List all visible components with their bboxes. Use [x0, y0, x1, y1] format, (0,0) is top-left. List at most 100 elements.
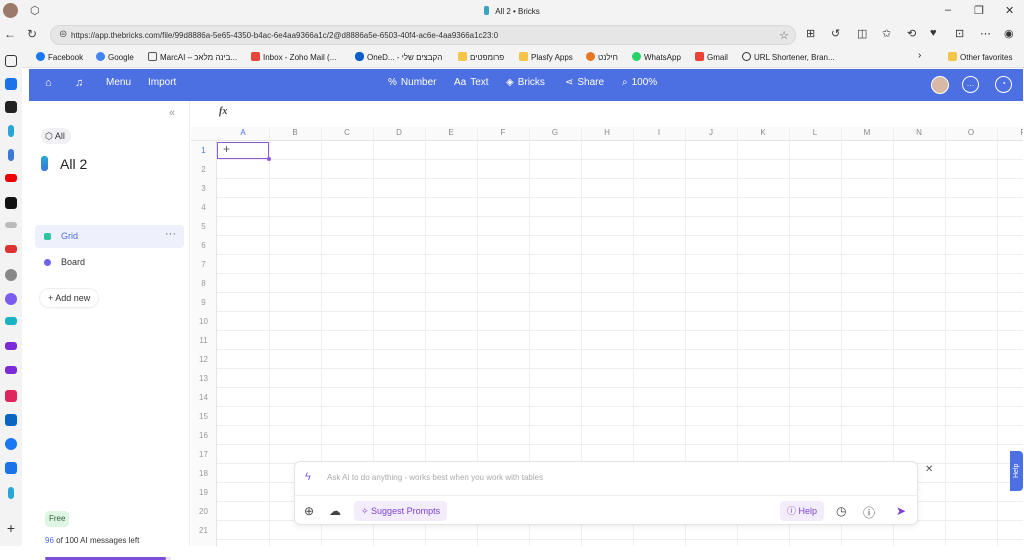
refresh-icon[interactable]: ↻ [27, 27, 37, 41]
view-item-board[interactable]: Board [35, 251, 184, 274]
column-header[interactable]: L [789, 128, 841, 137]
ai-prompt-input[interactable]: Ask AI to do anything - works best when … [327, 473, 543, 482]
app-icon[interactable] [5, 101, 17, 113]
import-button[interactable]: Import [148, 77, 176, 88]
bookmark-other-favorites[interactable]: Other favorites [948, 52, 1012, 62]
row-number[interactable]: 4 [191, 198, 217, 217]
copilot-icon[interactable]: ◉ [1004, 27, 1014, 40]
row-number[interactable]: 19 [191, 483, 217, 502]
all-files-chip[interactable]: ⬡ All [41, 128, 71, 144]
bell-icon[interactable]: ♫ [75, 77, 83, 89]
column-header[interactable]: O [945, 128, 997, 137]
app-icon[interactable] [5, 462, 17, 474]
x-icon[interactable] [5, 197, 17, 209]
row-number[interactable]: 9 [191, 293, 217, 312]
suggest-prompts-button[interactable]: ✧ Suggest Prompts [354, 501, 448, 521]
bookmarks-overflow-icon[interactable]: › [918, 50, 921, 61]
row-number[interactable]: 21 [191, 521, 217, 540]
number-button[interactable]: % Number [388, 77, 436, 88]
app-icon[interactable] [5, 390, 17, 402]
more-options-icon[interactable]: ⋯ [980, 27, 991, 40]
bookmark-hilnet[interactable]: חילנט [586, 52, 618, 62]
row-number[interactable]: 2 [191, 160, 217, 179]
bookmark-whatsapp[interactable]: WhatsApp [632, 52, 681, 62]
column-header[interactable]: B [269, 128, 321, 137]
column-header[interactable]: C [321, 128, 373, 137]
row-number[interactable]: 13 [191, 369, 217, 388]
close-window-icon[interactable]: ✕ [1005, 4, 1014, 17]
close-ai-panel-icon[interactable]: ✕ [925, 464, 933, 475]
row-number[interactable]: 16 [191, 426, 217, 445]
extension-icon[interactable]: ♥ [930, 27, 937, 39]
view-item-grid[interactable]: Grid ··· [35, 225, 184, 248]
bookmark-facebook[interactable]: Facebook [36, 52, 83, 62]
column-header[interactable]: N [893, 128, 945, 137]
bricks-button[interactable]: ◈ Bricks [506, 77, 545, 88]
text-button[interactable]: Aa Text [454, 77, 489, 88]
app-icon[interactable] [5, 245, 17, 253]
zoom-button[interactable]: ⌕ 100% [622, 77, 657, 88]
column-header[interactable]: D [373, 128, 425, 137]
row-number[interactable]: 5 [191, 217, 217, 236]
history-clock-icon[interactable]: ◔ [995, 76, 1012, 93]
column-header[interactable]: K [737, 128, 789, 137]
info-icon[interactable]: ⓘ [863, 504, 875, 521]
favorite-star-icon[interactable]: ☆ [779, 29, 789, 42]
restore-icon[interactable]: ❐ [974, 4, 984, 17]
linkedin-icon[interactable] [5, 414, 17, 426]
tab-actions-icon[interactable] [5, 55, 17, 67]
row-number[interactable]: 20 [191, 502, 217, 521]
row-number[interactable]: 8 [191, 274, 217, 293]
extension-icon[interactable]: ↺ [831, 27, 840, 40]
bookmark-gmail[interactable]: Gmail [695, 52, 728, 62]
bookmark-google[interactable]: Google [96, 52, 134, 62]
tab-title[interactable]: All 2 • Bricks [0, 6, 1024, 16]
bookmark-marcai[interactable]: MarcAI – בינה מלאכ... [148, 52, 237, 62]
column-header[interactable]: M [841, 128, 893, 137]
clock-icon[interactable]: ◷ [836, 504, 846, 518]
minimize-icon[interactable]: – [945, 4, 951, 16]
home-icon[interactable]: ⌂ [45, 77, 52, 89]
performance-icon[interactable]: ⊡ [955, 27, 964, 40]
send-icon[interactable]: ➤ [896, 504, 906, 518]
app-icon[interactable] [5, 222, 17, 228]
url-text[interactable]: https://app.thebricks.com/file/99d8886a-… [71, 31, 498, 40]
column-header[interactable]: H [581, 128, 633, 137]
menu-button[interactable]: Menu [106, 77, 131, 88]
row-number[interactable]: 17 [191, 445, 217, 464]
bookmark-folder[interactable]: Plasfy Apps [519, 52, 573, 62]
bookmark-url-shortener[interactable]: URL Shortener, Bran... [742, 52, 835, 62]
row-number[interactable]: 6 [191, 236, 217, 255]
bricks-icon[interactable] [8, 487, 14, 499]
user-avatar[interactable] [931, 76, 949, 94]
app-icon[interactable] [5, 342, 17, 350]
bricks-icon[interactable] [8, 125, 14, 137]
column-header[interactable]: E [425, 128, 477, 137]
add-new-button[interactable]: + Add new [40, 289, 99, 307]
row-number[interactable]: 18 [191, 464, 217, 483]
facebook-icon[interactable] [5, 438, 17, 450]
row-number[interactable]: 7 [191, 255, 217, 274]
column-header[interactable]: A [217, 128, 269, 137]
row-number[interactable]: 22 [191, 540, 217, 546]
row-number[interactable]: 14 [191, 388, 217, 407]
row-number[interactable]: 10 [191, 312, 217, 331]
bookmark-folder[interactable]: פרומפטים [458, 52, 504, 62]
formula-icon[interactable]: fx [219, 106, 227, 117]
column-header[interactable]: P [997, 128, 1023, 137]
app-icon[interactable] [5, 317, 17, 325]
selected-cell[interactable]: + [217, 142, 271, 161]
app-icon[interactable] [5, 269, 17, 281]
bookmark-zoho[interactable]: Inbox - Zoho Mail (... [251, 52, 336, 62]
row-number[interactable]: 11 [191, 331, 217, 350]
row-number[interactable]: 3 [191, 179, 217, 198]
row-number[interactable]: 15 [191, 407, 217, 426]
address-bar[interactable]: ⊜ https://app.thebricks.com/file/99d8886… [50, 25, 796, 45]
back-icon[interactable]: ← [4, 27, 16, 41]
row-number[interactable]: 1 [191, 141, 217, 160]
cloud-upload-icon[interactable]: ☁ [329, 504, 341, 518]
collapse-sidebar-icon[interactable]: « [169, 107, 175, 119]
bricks-icon[interactable] [8, 149, 14, 161]
row-number[interactable]: 12 [191, 350, 217, 369]
add-circle-icon[interactable]: ⊕ [304, 504, 314, 518]
